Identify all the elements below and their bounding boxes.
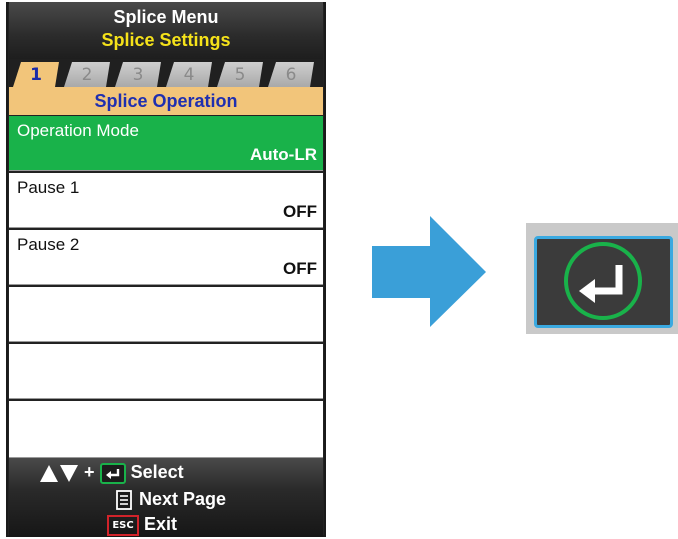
next-page-hint-text: Next Page <box>139 489 227 509</box>
tab-5[interactable]: 5 <box>217 62 263 87</box>
tab-2[interactable]: 2 <box>64 62 110 87</box>
enter-key-face <box>534 236 673 328</box>
arrow-right-icon <box>372 216 486 327</box>
tab-6[interactable]: 6 <box>268 62 314 87</box>
next-page-hint-line: Next Page <box>114 489 227 511</box>
menu-item-label: Operation Mode <box>17 121 139 140</box>
enter-icon <box>99 462 126 484</box>
tab-4[interactable]: 4 <box>166 62 212 87</box>
exit-hint-line: ESC Exit <box>107 514 177 536</box>
menu-item-empty <box>9 287 323 342</box>
menu-item-value: Auto-LR <box>249 145 317 164</box>
menu-item-label: Pause 2 <box>17 235 80 254</box>
section-title: Splice Operation <box>9 87 323 115</box>
menu-item-value: OFF <box>283 202 317 221</box>
screen-header: Splice Menu Splice Settings <box>9 2 323 59</box>
plus-sign: + <box>84 462 95 482</box>
page-icon <box>116 490 132 511</box>
settings-title: Splice Settings <box>101 30 231 50</box>
menu-item-empty <box>9 401 323 458</box>
splicer-screen: Splice Menu Splice Settings 1 2 3 4 5 6 … <box>6 2 326 537</box>
tab-3[interactable]: 3 <box>115 62 161 87</box>
key-guide: + Select Next Page ESC Exit <box>9 458 323 537</box>
select-hint-line: + Select <box>39 462 184 484</box>
menu-item-pause-1[interactable]: Pause 1 OFF <box>9 173 323 228</box>
menu-title: Splice Menu <box>113 7 219 27</box>
menu-item-value: OFF <box>283 259 317 278</box>
menu-item-empty <box>9 344 323 399</box>
tab-bar: 1 2 3 4 5 6 <box>9 59 323 87</box>
menu-item-label: Pause 1 <box>17 178 80 197</box>
enter-key-button[interactable] <box>526 223 678 334</box>
tab-1[interactable]: 1 <box>13 62 59 87</box>
esc-icon: ESC <box>107 514 139 536</box>
up-down-arrows-icon <box>40 465 78 483</box>
select-hint-text: Select <box>130 462 184 482</box>
menu-item-operation-mode[interactable]: Operation Mode Auto-LR <box>9 116 323 171</box>
enter-key-icon <box>564 242 642 320</box>
menu-item-pause-2[interactable]: Pause 2 OFF <box>9 230 323 285</box>
exit-hint-text: Exit <box>144 514 178 534</box>
